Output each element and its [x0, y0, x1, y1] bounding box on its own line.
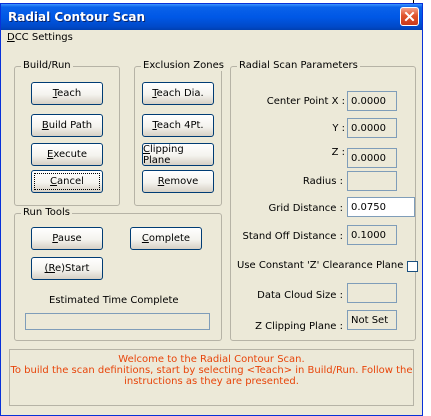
z-clipping-plane-label: Z Clipping Plane :: [255, 321, 343, 332]
remove-button-label: Remove: [157, 176, 199, 187]
data-cloud-size-label: Data Cloud Size :: [257, 290, 343, 301]
teach-4pt-button[interactable]: Teach 4Pt.: [142, 114, 214, 137]
restart-button[interactable]: (Re)Start: [31, 257, 103, 280]
center-x-field[interactable]: 0.0000: [347, 91, 397, 111]
center-x-label: Center Point X :: [266, 96, 345, 107]
data-cloud-size-field[interactable]: [347, 283, 397, 303]
radius-field[interactable]: [347, 171, 397, 191]
pause-button-label: Pause: [52, 233, 82, 244]
constant-z-clearance-label: Use Constant 'Z' Clearance Plane: [237, 260, 404, 271]
teach-button[interactable]: Teach: [31, 82, 103, 105]
teach-dia-button-label: Teach Dia.: [152, 88, 204, 99]
estimated-time-progress: [25, 313, 210, 330]
teach-dia-button[interactable]: Teach Dia.: [142, 82, 214, 105]
title-bar: Radial Contour Scan: [1, 4, 422, 30]
build-path-button[interactable]: Build Path: [31, 114, 103, 137]
build-run-legend: Build/Run: [21, 60, 73, 71]
execute-button[interactable]: Execute: [31, 143, 103, 166]
radial-scan-parameters-legend: Radial Scan Parameters: [237, 60, 360, 71]
dialog-window: Radial Contour Scan DCC Settings Build/R…: [0, 3, 423, 416]
clipping-plane-button-label: Clipping Plane: [143, 143, 184, 166]
z-clipping-plane-field: Not Set: [347, 310, 397, 330]
exclusion-zones-legend: Exclusion Zones: [141, 60, 226, 71]
pause-button[interactable]: Pause: [31, 227, 103, 250]
run-tools-legend: Run Tools: [21, 207, 72, 218]
menu-dcc-settings[interactable]: DCC Settings: [7, 32, 73, 43]
standoff-distance-field[interactable]: 0.1000: [347, 225, 397, 245]
close-button[interactable]: [400, 7, 419, 26]
execute-button-label: Execute: [47, 149, 87, 160]
teach-4pt-button-label: Teach 4Pt.: [152, 120, 204, 131]
complete-button[interactable]: Complete: [130, 227, 202, 250]
window-title: Radial Contour Scan: [8, 10, 146, 24]
standoff-distance-label: Stand Off Distance :: [242, 231, 343, 242]
radius-label: Radius :: [302, 176, 343, 187]
close-icon: [404, 11, 415, 22]
estimated-time-label: Estimated Time Complete: [49, 295, 179, 306]
build-path-button-label: Build Path: [41, 120, 93, 131]
remove-button[interactable]: Remove: [142, 170, 214, 193]
menu-bar: DCC Settings: [1, 30, 422, 47]
cancel-button-label: Cancel: [50, 176, 84, 187]
clipping-plane-button[interactable]: Clipping Plane: [142, 143, 214, 166]
complete-button-label: Complete: [141, 233, 191, 244]
grid-distance-field[interactable]: 0.0750: [347, 197, 415, 217]
constant-z-clearance-checkbox[interactable]: [407, 261, 418, 272]
grid-distance-label: Grid Distance :: [268, 203, 343, 214]
y-label: Y :: [332, 123, 345, 134]
restart-button-label: (Re)Start: [44, 263, 90, 274]
status-line-1: Welcome to the Radial Contour Scan.: [118, 354, 305, 365]
z-field[interactable]: 0.0000: [347, 148, 397, 168]
teach-button-label: Teach: [52, 88, 82, 99]
status-line-3: instructions as they are presented.: [124, 376, 299, 387]
y-field[interactable]: 0.0000: [347, 118, 397, 138]
status-message-panel: Welcome to the Radial Contour Scan. To b…: [9, 349, 414, 406]
z-label: Z :: [331, 147, 345, 158]
cancel-button[interactable]: Cancel: [31, 170, 103, 193]
status-line-2: To build the scan definitions, start by …: [10, 365, 413, 376]
